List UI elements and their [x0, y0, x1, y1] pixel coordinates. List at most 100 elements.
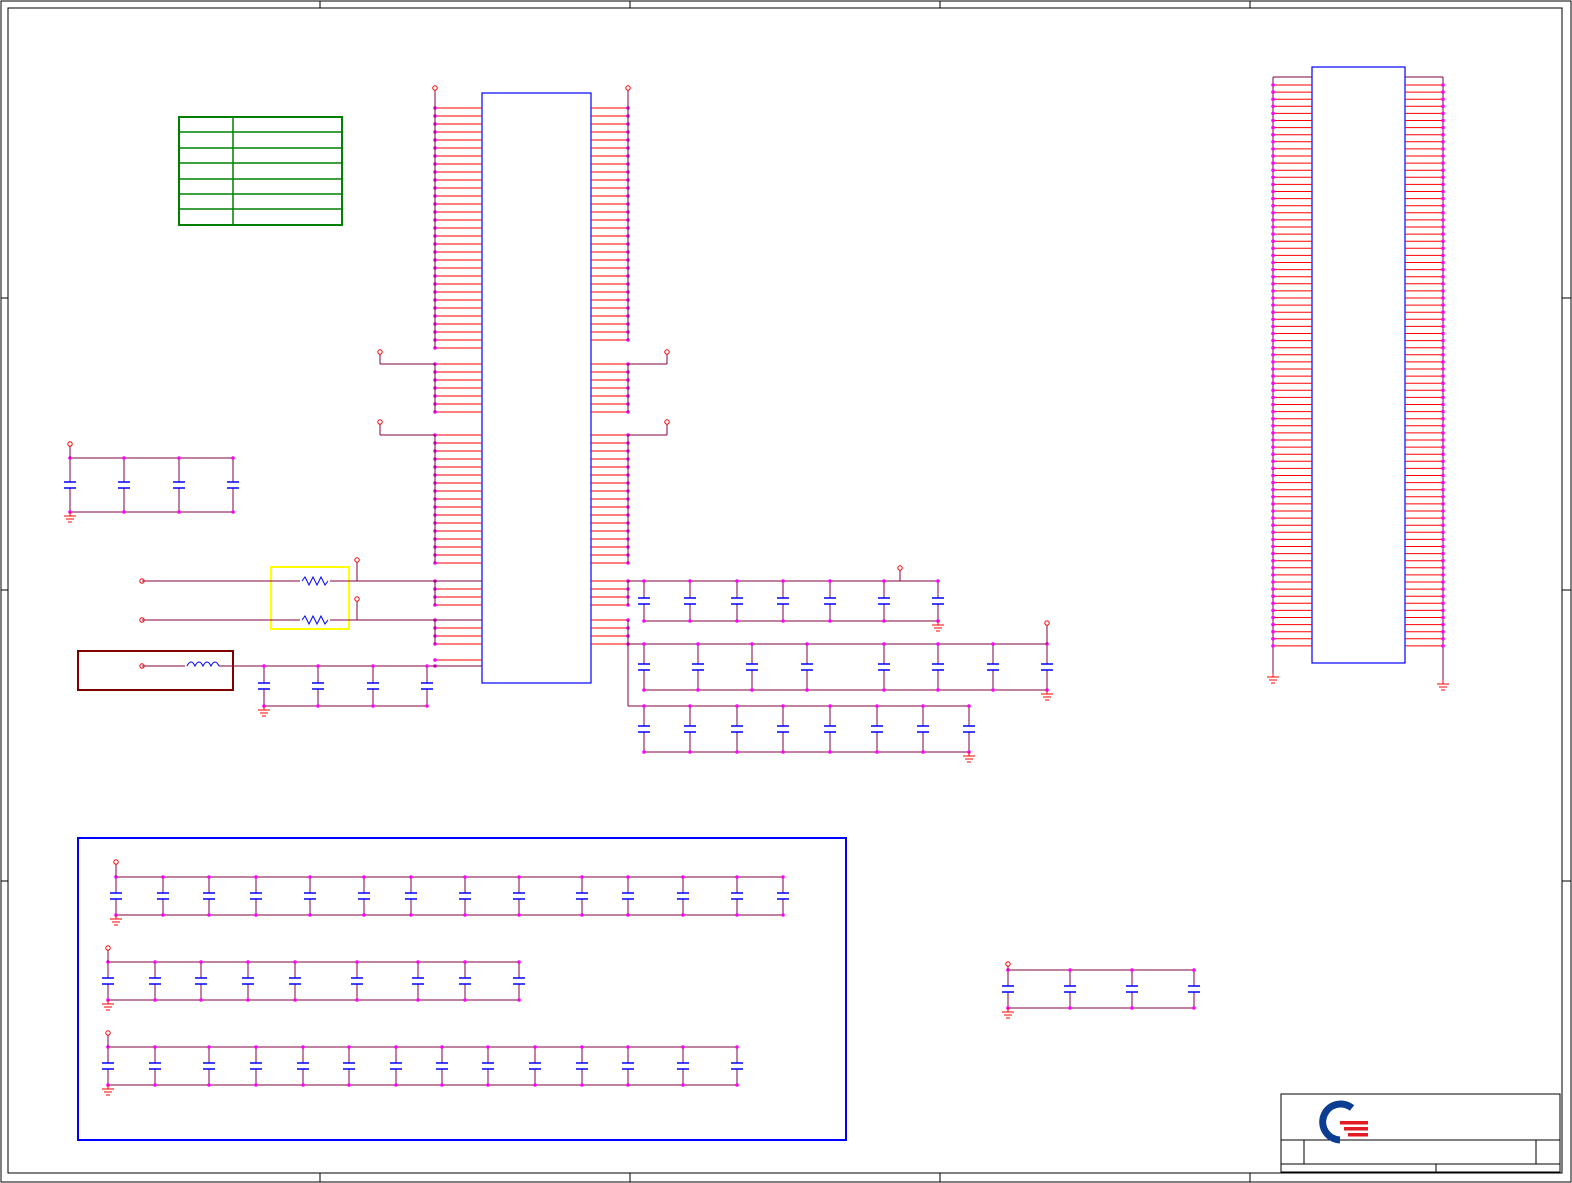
- junction-dot: [231, 456, 235, 460]
- junction-dot: [580, 913, 584, 917]
- junction-dot: [517, 913, 521, 917]
- capacitor-group: [1002, 961, 1200, 1019]
- junction-dot: [1271, 459, 1275, 464]
- revision-table: [178, 116, 343, 226]
- junction-dot: [1271, 487, 1275, 492]
- junction-dot: [1271, 374, 1275, 378]
- junction-dot: [1271, 203, 1275, 208]
- junction-dot: [1130, 968, 1134, 972]
- junction-dot: [1441, 473, 1445, 478]
- junction-dot: [153, 1083, 157, 1087]
- junction-dot: [735, 875, 739, 879]
- junction-dot: [199, 960, 203, 964]
- junction-dot: [1441, 466, 1445, 471]
- junction-dot: [517, 998, 521, 1002]
- junction-dot: [1271, 452, 1275, 457]
- junction-dot: [1441, 523, 1445, 527]
- junction-dot: [1271, 182, 1275, 187]
- junction-dot: [1271, 360, 1275, 364]
- power-port-icon: [113, 859, 119, 865]
- junction-dot: [1068, 968, 1072, 972]
- junction-dot: [580, 875, 584, 879]
- junction-dot: [1441, 331, 1445, 336]
- junction-dot: [1271, 608, 1275, 613]
- junction-dot: [681, 875, 685, 879]
- junction-dot: [1192, 968, 1196, 972]
- junction-dot: [1441, 296, 1445, 300]
- junction-dot: [681, 1045, 685, 1049]
- junction-dot: [1441, 608, 1445, 613]
- junction-dot: [828, 619, 832, 623]
- junction-dot: [1271, 580, 1275, 584]
- junction-dot: [828, 750, 832, 754]
- junction-dot: [1271, 246, 1275, 251]
- junction-dot: [254, 875, 258, 879]
- junction-dot: [362, 913, 366, 917]
- ground-symbol-icon: [932, 621, 944, 632]
- power-port-icon: [1044, 620, 1050, 626]
- junction-dot: [642, 619, 646, 623]
- ground-symbol-icon: [102, 1000, 114, 1011]
- junction-dot: [1441, 622, 1445, 627]
- capacitor-group: [628, 620, 1053, 701]
- junction-dot: [1271, 622, 1275, 627]
- decoupling-bank-box: [77, 837, 847, 1141]
- junction-dot: [1192, 1006, 1196, 1010]
- junction-dot: [533, 1083, 537, 1087]
- junction-dot: [254, 1083, 258, 1087]
- junction-dot: [1271, 594, 1275, 598]
- junction-dot: [1271, 530, 1275, 535]
- junction-dot: [696, 688, 700, 692]
- junction-dot: [1441, 551, 1445, 556]
- ground-symbol-icon: [1267, 673, 1279, 684]
- junction-dot: [1441, 409, 1445, 414]
- junction-dot: [293, 998, 297, 1002]
- junction-dot: [440, 1045, 444, 1049]
- junction-dot: [416, 998, 420, 1002]
- junction-dot: [207, 913, 211, 917]
- junction-dot: [371, 704, 375, 708]
- junction-dot: [1271, 118, 1275, 123]
- junction-dot: [735, 704, 739, 708]
- junction-dot: [626, 913, 630, 917]
- junction-dot: [642, 642, 646, 646]
- power-port-icon: [1005, 961, 1011, 967]
- junction-dot: [875, 704, 879, 708]
- junction-dot: [153, 960, 157, 964]
- junction-dot: [936, 688, 940, 692]
- junction-dot: [1271, 466, 1275, 471]
- junction-dot: [1441, 537, 1445, 542]
- main-ic-pins: [433, 106, 630, 706]
- junction-dot: [642, 750, 646, 754]
- junction-dot: [882, 619, 886, 623]
- junction-dot: [231, 510, 235, 514]
- junction-dot: [1441, 459, 1445, 464]
- junction-dot: [1271, 601, 1275, 606]
- junction-dot: [1271, 267, 1275, 272]
- junction-dot: [781, 875, 785, 879]
- junction-dot: [1441, 544, 1445, 549]
- power-port-icon: [105, 945, 111, 951]
- junction-dot: [1441, 338, 1445, 343]
- junction-dot: [1441, 431, 1445, 435]
- junction-dot: [355, 998, 359, 1002]
- junction-dot: [1441, 374, 1445, 378]
- junction-dot: [1441, 175, 1445, 180]
- junction-dot: [1441, 211, 1445, 215]
- ground-symbol-icon: [102, 1085, 114, 1096]
- junction-dot: [1441, 388, 1445, 393]
- junction-dot: [1271, 473, 1275, 478]
- ground-symbol-icon: [258, 706, 270, 717]
- power-port-icon: [897, 565, 903, 571]
- junction-dot: [1441, 147, 1445, 151]
- junction-dot: [161, 875, 165, 879]
- junction-dot: [394, 1083, 398, 1087]
- junction-dot: [1441, 310, 1445, 315]
- junction-dot: [1068, 1006, 1072, 1010]
- junction-dot: [347, 1045, 351, 1049]
- junction-dot: [1271, 438, 1275, 442]
- capacitor-group: [110, 859, 789, 926]
- junction-dot: [1271, 502, 1275, 506]
- junction-dot: [1271, 629, 1275, 634]
- junction-dot: [440, 1083, 444, 1087]
